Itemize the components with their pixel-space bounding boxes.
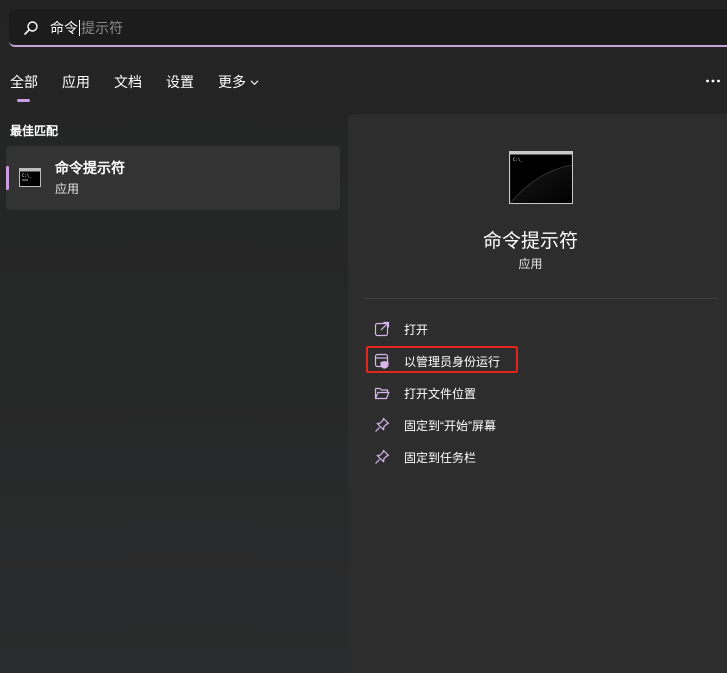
- best-match-heading: 最佳匹配: [10, 124, 59, 138]
- selection-indicator: [6, 166, 9, 190]
- more-options-icon[interactable]: [705, 74, 721, 88]
- best-match-name: 命令提示符: [55, 160, 125, 176]
- divider: [363, 298, 718, 299]
- tab-all[interactable]: 全部: [10, 72, 38, 102]
- chevron-down-icon: [250, 79, 259, 85]
- start-search-window: 命令 提示符 全部 应用 文档 设置 更多 最佳匹配 C:\_ 命令提示符 应用…: [0, 0, 727, 673]
- search-input[interactable]: 命令 提示符: [50, 19, 123, 37]
- open-external-icon: [374, 321, 390, 337]
- action-pin-to-taskbar[interactable]: 固定到任务栏: [374, 445, 476, 469]
- tab-settings[interactable]: 设置: [166, 72, 194, 92]
- pin-icon: [375, 449, 390, 464]
- action-open[interactable]: 打开: [374, 317, 428, 341]
- action-open-label: 打开: [404, 322, 429, 337]
- action-pin-to-taskbar-label: 固定到任务栏: [404, 450, 477, 465]
- action-open-file-location[interactable]: 打开文件位置: [374, 381, 476, 405]
- action-pin-to-start[interactable]: 固定到“开始”屏幕: [374, 413, 496, 437]
- action-open-file-location-label: 打开文件位置: [404, 386, 477, 401]
- search-typed-text: 命令: [50, 20, 78, 36]
- tab-apps[interactable]: 应用: [62, 72, 90, 92]
- app-title: 命令提示符: [482, 231, 578, 252]
- svg-text:C:\_: C:\_: [22, 173, 32, 178]
- filter-tabs: 全部 应用 文档 设置 更多: [10, 72, 283, 102]
- search-suggestion-text: 提示符: [81, 20, 123, 36]
- command-prompt-large-icon: C:\_: [509, 151, 573, 204]
- command-prompt-icon: C:\_: [19, 168, 41, 187]
- best-match-item[interactable]: C:\_ 命令提示符 应用: [6, 146, 340, 210]
- search-bar[interactable]: 命令 提示符: [9, 9, 727, 47]
- svg-text:C:\_: C:\_: [513, 157, 523, 162]
- tab-documents[interactable]: 文档: [114, 72, 142, 92]
- folder-open-icon: [374, 387, 390, 400]
- text-caret: [79, 20, 80, 36]
- pin-icon: [375, 417, 390, 432]
- search-icon: [24, 21, 38, 35]
- highlight-annotation-box: [366, 346, 518, 373]
- action-pin-to-start-label: 固定到“开始”屏幕: [404, 418, 496, 433]
- app-detail-panel: C:\_ 命令提示符 应用 打开 以管理员身份运行 打开文件位置 固定到“开始”…: [348, 114, 727, 673]
- best-match-type: 应用: [55, 182, 80, 196]
- tab-more[interactable]: 更多: [218, 72, 259, 92]
- tab-more-label: 更多: [218, 74, 246, 90]
- app-type: 应用: [518, 257, 543, 271]
